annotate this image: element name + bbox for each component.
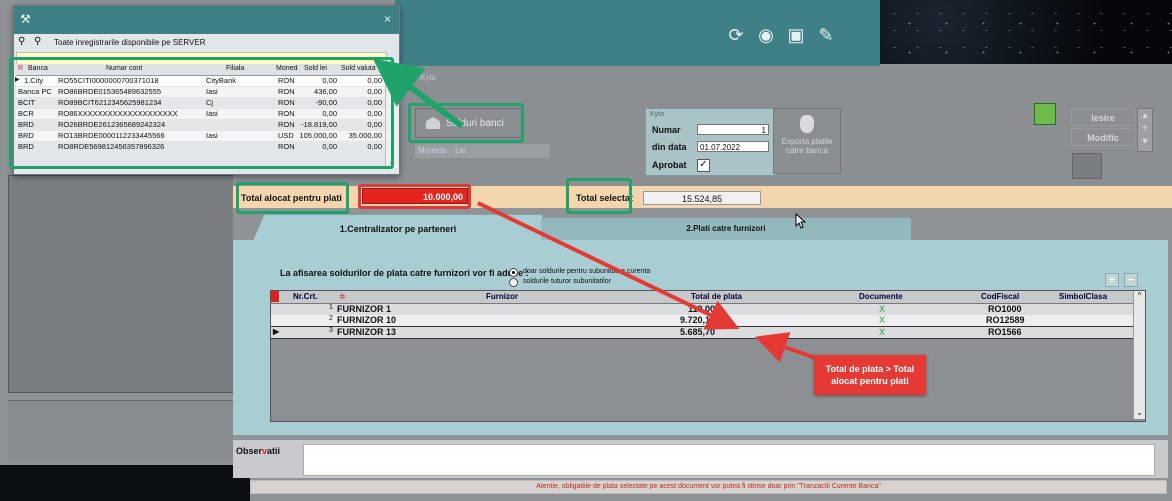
sort-icon[interactable]: ≑ [339,292,346,301]
popup-toolbar: ⚲ ⚲ Toate inregistrarile disponibile pe … [14,34,399,52]
aprobat-label: Aprobat [652,160,687,170]
row-cod-fiscal: RO1566 [988,327,1022,337]
bottom-wallpaper [0,465,250,501]
row-nr: 2 [329,315,333,322]
radio-toate-subunitatile[interactable] [509,278,518,287]
popup-titlebar: ⚒ × [14,6,399,34]
row-total: 119,00 [687,304,715,314]
document-info-box: Kyto Numar 1 din data 01.07.2022 Aprobat… [645,108,777,176]
highlight-total-alocat-label [236,182,349,214]
row-documente-icon[interactable]: X [879,304,885,314]
new-document-icon[interactable]: ▣ [785,24,807,46]
row-furnizor: FURNIZOR 13 [337,327,397,337]
row-furnizor: FURNIZOR 10 [337,315,397,325]
row-cod-fiscal: RO1000 [988,304,1022,314]
left-panel-lower [8,400,233,461]
scroll-down-icon[interactable]: ⌄ [1134,408,1145,417]
row-cod-fiscal: RO12589 [986,315,1025,325]
tab-plati-furnizori[interactable]: 2.Plati catre furnizori [541,218,911,240]
observatii-label-part: Obser [236,446,263,456]
col-cod-fiscal[interactable]: CodFiscal [981,292,1019,301]
table-row[interactable]: 2 FURNIZOR 10 9.720,15 X RO12589 [271,315,1133,326]
highlight-total-selectat [566,178,632,214]
table-row[interactable]: 1 FURNIZOR 1 119,00 X RO1000 [271,304,1133,315]
refresh-icon[interactable]: ⟳ [725,24,747,46]
money-bag-icon [800,115,814,133]
numar-input[interactable]: 1 [697,124,769,135]
tools-icon: ⚒ [20,12,31,26]
din-data-input[interactable]: 01.07.2022 [697,141,769,152]
aprobat-checkbox[interactable]: ✓ [697,159,710,172]
add-row-button[interactable]: + [1105,273,1119,287]
moneda-value: Lei [455,146,466,155]
col-documente[interactable]: Documente [859,292,903,301]
tab-centralizator[interactable]: 1.Centralizator pe parteneri [253,214,543,241]
row-total: 9.720,15 [679,315,715,325]
radio-subunitate-curenta-label: doar soldurile pentru subunitatea curent… [523,268,651,275]
highlight-solduri-banci [408,103,524,143]
observatii-input[interactable] [303,444,1155,476]
moneda-field: Moneda Lei [415,144,550,158]
suppliers-grid: Nr.Crt. ≑ Furnizor Total de plata Docume… [270,290,1146,422]
row-documente-icon[interactable]: X [879,315,885,325]
mouse-cursor-icon [795,213,807,229]
col-nr-crt[interactable]: Nr.Crt. [293,292,317,301]
search-clear-icon[interactable]: ⚲ [34,36,41,47]
warning-message: Atentie, obligatiile de plata selectate … [250,480,1167,494]
row-documente-icon[interactable]: X [879,327,885,337]
source-label: Toate inregistrarile disponibile pe SERV… [54,38,206,47]
scroll-up-icon[interactable]: ^ [1134,291,1145,301]
iesire-button[interactable]: Iesire [1071,108,1135,126]
current-row-indicator: ▶ [273,327,280,336]
table-row-selected[interactable]: ▶ 3 FURNIZOR 13 5.685,70 X RO1566 [271,326,1133,339]
printer-icon[interactable] [1072,153,1102,179]
radio-toate-subunitatile-label: soldurile tuturor subunitatilor [523,278,611,285]
window-title: Kyto [420,73,437,82]
scroll-buttons[interactable]: ▴ + ▾ [1137,108,1153,152]
observatii-label-part: atii [267,446,281,456]
row-nr: 3 [329,327,333,334]
annotation-callout: Total de plata > Total alocat pentru pla… [814,355,926,395]
remove-row-button[interactable]: − [1124,273,1138,287]
solduri-intro-label: La afisarea soldurilor de plata catre fu… [280,268,529,278]
moneda-label: Moneda [418,146,447,155]
check-circle-icon[interactable]: ◉ [755,24,777,46]
highlight-bank-list [9,57,394,169]
row-total: 5.685,70 [679,327,715,337]
din-data-label: din data [652,142,687,152]
row-nr: 1 [329,304,333,311]
edit-icon[interactable]: ✎ [815,24,837,46]
grid-header: Nr.Crt. ≑ Furnizor Total de plata Docume… [271,291,1133,304]
numar-label: Numar [652,125,681,135]
col-furnizor[interactable]: Furnizor [486,292,518,301]
radio-subunitate-curenta[interactable] [509,268,518,277]
grid-scrollbar[interactable]: ^ ⌄ [1133,291,1145,419]
row-selector-header [271,291,279,302]
background-window: ⟳ ◉ ▣ ✎ [395,0,880,67]
total-selectat-value: 15.524,85 [643,191,761,205]
col-simbol-clasa[interactable]: SimbolClasa [1059,292,1107,301]
folder-open-icon[interactable] [1034,103,1056,125]
col-total-plata[interactable]: Total de plata [691,292,742,301]
left-panel [8,175,235,393]
export-label: Exporta platile catre banca [781,137,833,155]
observatii-label: Observatii [236,446,280,456]
space-wallpaper [880,0,1172,64]
close-icon[interactable]: × [384,12,391,26]
search-icon[interactable]: ⚲ [18,36,25,47]
kyto-caption: Kyto [650,111,665,118]
export-payments-button[interactable]: Exporta platile catre banca [773,108,841,174]
row-furnizor: FURNIZOR 1 [337,304,391,314]
highlight-total-alocat-value [358,184,471,209]
modific-button[interactable]: Modific [1071,128,1135,146]
